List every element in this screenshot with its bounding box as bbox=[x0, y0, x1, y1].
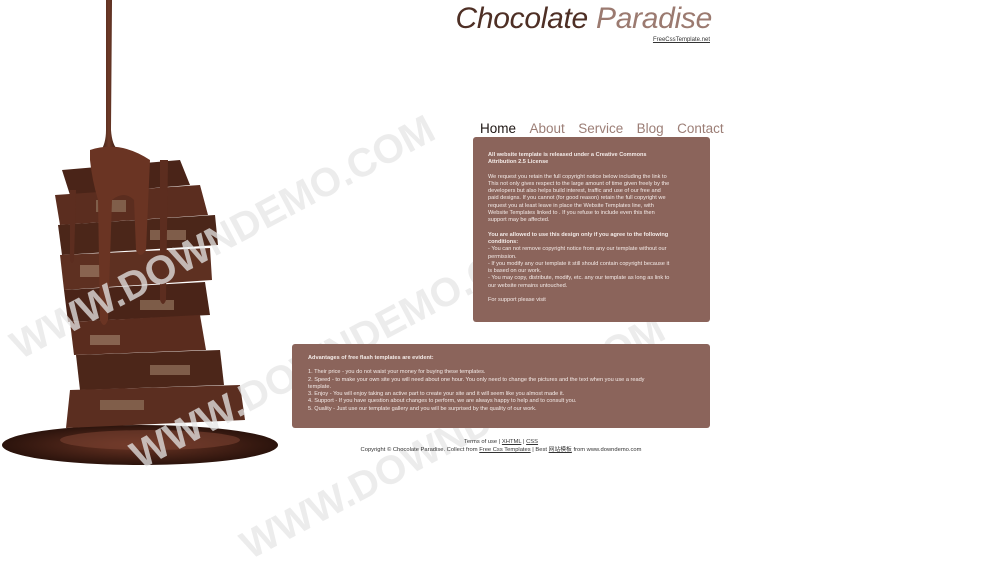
credit-link[interactable]: FreeCssTemplate.net bbox=[653, 37, 710, 43]
support-text: For support please visit bbox=[488, 297, 546, 304]
advantage-line: 2. Speed - to make your own site you wil… bbox=[308, 376, 645, 383]
header: Chocolate Paradise FreeCssTemplate.net bbox=[430, 0, 713, 50]
site-title-word2: Paradise bbox=[595, 2, 712, 35]
license-text-line: This not only gives respect to the large… bbox=[488, 180, 670, 187]
best-text: | Best bbox=[532, 447, 548, 453]
advantage-line: 4. Support - If you have question about … bbox=[308, 398, 577, 405]
chocolate-stack-image bbox=[2, 0, 278, 465]
license-heading-line1: All website template is released under a… bbox=[488, 152, 647, 158]
advantage-line: 5. Quality - Just use our template galle… bbox=[308, 405, 537, 412]
license-text-line: Website Templates linked to . If you ref… bbox=[488, 210, 655, 217]
nav-item-contact[interactable]: Contact bbox=[677, 121, 724, 136]
copyright-row: Copyright © Chocolate Paradise. Collect … bbox=[292, 446, 710, 454]
site-title[interactable]: Chocolate Paradise bbox=[455, 2, 713, 36]
condition-line: permission. bbox=[488, 253, 517, 260]
condition-line: is based on our work. bbox=[488, 268, 542, 275]
site-title-word1: Chocolate bbox=[455, 2, 589, 35]
advantage-line: 3. Enjoy - You will enjoy taking an acti… bbox=[308, 391, 565, 398]
main-nav: Home About Service Blog Contact bbox=[480, 120, 733, 138]
license-text-line: paid designs. If you cannot (for good re… bbox=[488, 195, 666, 202]
nav-item-blog[interactable]: Blog bbox=[637, 121, 664, 136]
copyright-text: Copyright © Chocolate Paradise. Collect … bbox=[360, 447, 478, 453]
conditions-heading-line1: You are allowed to use this design only … bbox=[488, 231, 669, 238]
nav-item-home[interactable]: Home bbox=[480, 121, 516, 136]
xhtml-link[interactable]: XHTML bbox=[502, 439, 521, 445]
footer: Terms of use | XHTML | CSS Copyright © C… bbox=[292, 438, 710, 454]
nav-item-service[interactable]: Service bbox=[578, 121, 623, 136]
license-text-line: support may be affected. bbox=[488, 217, 550, 224]
from-text: from www.downdemo.com bbox=[573, 447, 642, 453]
advantage-line: template. bbox=[308, 383, 332, 390]
condition-line: - If you modify any our template it stil… bbox=[488, 260, 670, 267]
condition-line: - You can not remove copyright notice fr… bbox=[488, 246, 667, 253]
condition-line: our website remains untouched. bbox=[488, 282, 568, 289]
nav-item-about[interactable]: About bbox=[529, 121, 564, 136]
condition-line: - You may copy, distribute, modify, etc.… bbox=[488, 275, 670, 282]
conditions-heading-line2: conditions: bbox=[488, 238, 519, 245]
license-box: All website template is released under a… bbox=[473, 137, 710, 322]
license-text-line: developers but also helps build interest… bbox=[488, 188, 661, 195]
footer-links-row: Terms of use | XHTML | CSS bbox=[292, 438, 710, 446]
advantages-box: Advantages of free flash templates are e… bbox=[292, 344, 710, 428]
advantages-heading: Advantages of free flash templates are e… bbox=[308, 355, 434, 361]
license-text-line: We request you retain the full copyright… bbox=[488, 173, 667, 180]
free-css-templates-link[interactable]: Free Css Templates bbox=[479, 447, 530, 453]
css-link[interactable]: CSS bbox=[526, 439, 538, 445]
footer-separator: | bbox=[522, 439, 525, 445]
license-text-line: request you at least leave in place the … bbox=[488, 202, 654, 209]
chinese-templates-link[interactable]: 网站模板 bbox=[549, 447, 572, 453]
terms-of-use-text: Terms of use | bbox=[463, 439, 501, 445]
advantage-line: 1. Their price - you do not waist your m… bbox=[308, 369, 486, 376]
license-heading-line2: Attribution 2.5 License bbox=[488, 159, 549, 166]
